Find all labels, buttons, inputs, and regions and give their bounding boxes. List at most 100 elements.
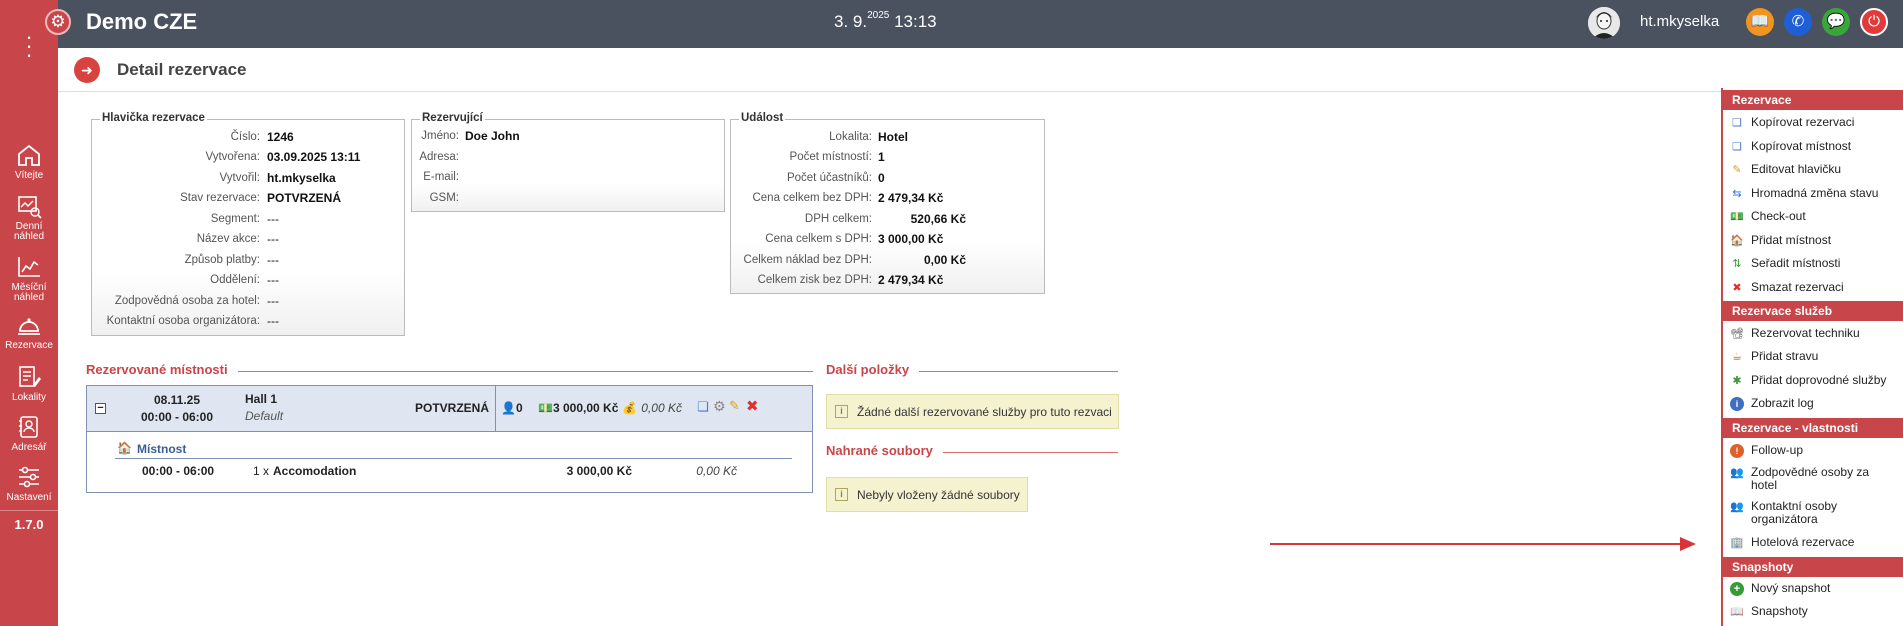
files-notice: i Nebyly vloženy žádné soubory — [826, 477, 1028, 512]
action-label: Přidat doprovodné služby — [1751, 373, 1887, 387]
rail-item-rezervace[interactable]: Rezervace — [0, 312, 58, 351]
panel-section-title: Snapshoty — [1723, 557, 1903, 577]
copy-icon[interactable]: ❏ — [697, 399, 709, 415]
username[interactable]: ht.mkyselka — [1640, 13, 1719, 30]
rail-item-vitejte[interactable]: Vítejte — [0, 142, 58, 181]
action-add-room[interactable]: 🏠 Přidat místnost — [1723, 234, 1903, 248]
item-price: 3 000,00 Kč — [566, 464, 632, 478]
collapse-toggle[interactable]: − — [95, 403, 106, 414]
projector-icon: 📽 — [1730, 328, 1744, 340]
settings-gear-icon[interactable]: ⚙ — [45, 9, 71, 35]
field-label: Celkem náklad bez DPH: — [743, 254, 872, 266]
action-check-out[interactable]: 💵 Check-out — [1723, 210, 1903, 224]
action-organizer-contacts[interactable]: 👥 Kontaktní osoby organizátora — [1723, 500, 1878, 526]
action-sort-rooms[interactable]: ⇅ Seřadit místnosti — [1723, 257, 1903, 271]
pencil-icon[interactable]: ✎ — [729, 398, 740, 414]
rail-item-label: Měsíční náhled — [11, 282, 47, 303]
power-icon: ⏻ — [1868, 13, 1880, 30]
action-bulk-status-change[interactable]: ⇆ Hromadná změna stavu — [1723, 186, 1903, 201]
field-label: Počet místností: — [789, 151, 872, 163]
phone-button[interactable]: ✆ — [1784, 8, 1812, 36]
action-new-snapshot[interactable]: + Nový snapshot — [1723, 582, 1903, 596]
action-edit-header[interactable]: ✎ Editovat hlavičku — [1723, 162, 1903, 177]
room-card: − 08.11.25 00:00 - 06:00 Hall 1 Default … — [86, 385, 813, 493]
room-cost: 0,00 Kč — [641, 401, 682, 415]
users-icon: 👥 — [1730, 467, 1744, 479]
daily-view-icon — [18, 196, 42, 219]
event-box: Událost Lokalita: Hotel Počet místností: 1… — [730, 112, 1045, 294]
rail-item-mesicni-nahled[interactable]: Měsíční náhled — [0, 254, 58, 303]
field-label: Stav rezervace: — [180, 192, 260, 204]
action-book-technology[interactable]: 📽 Rezervovat techniku — [1723, 326, 1903, 341]
contact-person-link[interactable]: --- — [267, 313, 279, 329]
field-value: --- — [267, 253, 279, 267]
action-copy-reservation[interactable]: ❏ Kopírovat rezervaci — [1723, 116, 1903, 130]
gear-icon[interactable]: ⚙ — [713, 398, 726, 415]
action-label: Rezervovat techniku — [1751, 326, 1860, 340]
action-show-log[interactable]: i Zobrazit log — [1723, 396, 1903, 411]
money-icon: 💵 — [1730, 211, 1744, 223]
logout-button[interactable]: ⏻ — [1860, 8, 1888, 36]
column-divider — [495, 386, 496, 432]
action-label: Hromadná změna stavu — [1751, 186, 1879, 200]
rail-item-lokality[interactable]: Lokality — [0, 364, 58, 403]
notice-text: Žádné další rezervované služby pro tuto … — [857, 405, 1112, 419]
field-label: GSM: — [429, 192, 459, 204]
back-button[interactable]: ➜ — [74, 57, 100, 83]
field-label: Lokalita: — [829, 131, 872, 143]
action-label: Kopírovat místnost — [1751, 139, 1852, 153]
refresh-icon: ⇆ — [1732, 188, 1742, 200]
money-icon: 💵 — [538, 401, 553, 415]
info-icon: i — [1730, 397, 1744, 411]
delete-icon[interactable]: ✖ — [746, 397, 759, 415]
cost-icon: 💰 — [622, 401, 637, 415]
field-label: Zodpovědná osoba za hotel: — [114, 295, 260, 307]
action-label: Zobrazit log — [1751, 396, 1814, 410]
action-add-catering[interactable]: ☕ Přidat stravu — [1723, 350, 1903, 364]
room-header-row[interactable]: − 08.11.25 00:00 - 06:00 Hall 1 Default … — [87, 386, 812, 432]
item-cost: 0,00 Kč — [696, 464, 737, 478]
action-label: Editovat hlavičku — [1751, 162, 1842, 176]
user-avatar-icon — [1588, 7, 1620, 39]
home-icon — [18, 144, 40, 166]
menu-dots-icon[interactable]: · · · — [20, 26, 38, 66]
room-house-icon: 🏠 — [117, 441, 132, 455]
coffee-icon: ☕ — [1732, 351, 1742, 363]
room-price: 3 000,00 Kč — [553, 401, 619, 415]
rail-item-label: Rezervace — [5, 340, 53, 351]
action-label: Snapshoty — [1751, 604, 1808, 618]
rail-item-denni-nahled[interactable]: Denní náhled — [0, 193, 58, 242]
arrow-right-icon: ➜ — [81, 62, 93, 78]
files-section-title: Nahrané soubory — [826, 443, 943, 458]
action-label: Zodpovědné osoby za hotel — [1751, 465, 1870, 492]
status-value: POTVRZENÁ — [267, 191, 342, 205]
panel-section-title: Rezervace služeb — [1723, 301, 1903, 321]
rail-item-nastaveni[interactable]: Nastavení — [0, 464, 58, 503]
room-date: 08.11.25 — [153, 393, 201, 407]
room-name: Hall 1 — [245, 392, 278, 406]
rail-item-adresar[interactable]: Adresář — [0, 414, 58, 453]
field-value: 1246 — [267, 130, 294, 144]
box-legend: Událost — [739, 112, 786, 124]
chat-button[interactable]: 💬 — [1822, 8, 1850, 36]
action-copy-room[interactable]: ❏ Kopírovat místnost — [1723, 139, 1903, 154]
action-label: Hotelová rezervace — [1751, 535, 1855, 549]
action-snapshots[interactable]: 📖 Snapshoty — [1723, 604, 1903, 619]
action-hotel-responsible[interactable]: 👥 Zodpovědné osoby za hotel — [1723, 466, 1878, 492]
action-add-services[interactable]: ✱ Přidat doprovodné služby — [1723, 373, 1903, 388]
booker-name-link[interactable]: Doe John — [465, 128, 520, 144]
action-follow-up[interactable]: ! Follow-up — [1723, 443, 1903, 458]
action-hotel-reservation[interactable]: 🏢 Hotelová rezervace — [1723, 535, 1903, 550]
page-title: Detail rezervace — [117, 60, 247, 79]
annotation-arrow-head — [1680, 537, 1696, 551]
avatar[interactable] — [1588, 7, 1620, 39]
building-icon: 🏢 — [1730, 537, 1744, 549]
field-label: Celkem zisk bez DPH: — [757, 274, 872, 286]
panel-section-title: Rezervace - vlastnosti — [1723, 418, 1903, 438]
manual-book-button[interactable]: 📖 — [1746, 8, 1774, 36]
field-label: Počet účastníků: — [786, 172, 872, 184]
field-value: Hotel — [878, 130, 908, 144]
action-delete-reservation[interactable]: ✖ Smazat rezervaci — [1723, 281, 1903, 295]
action-label: Follow-up — [1751, 443, 1804, 457]
field-value: 2 479,34 Kč — [878, 273, 944, 287]
